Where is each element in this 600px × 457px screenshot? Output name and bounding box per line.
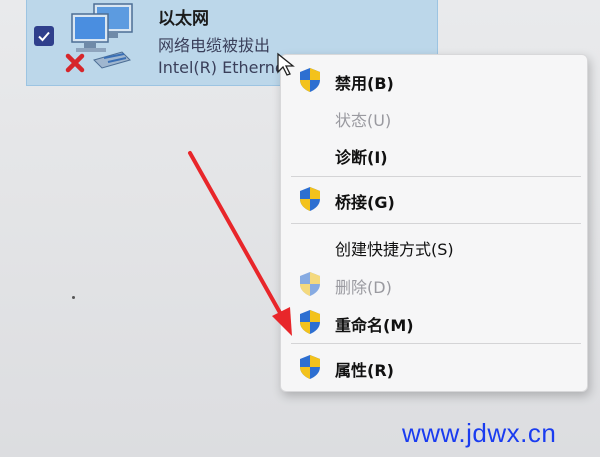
speck bbox=[72, 296, 75, 299]
watermark: www.jdwx.cn bbox=[402, 418, 557, 448]
red-arrow-annotation bbox=[188, 151, 292, 336]
